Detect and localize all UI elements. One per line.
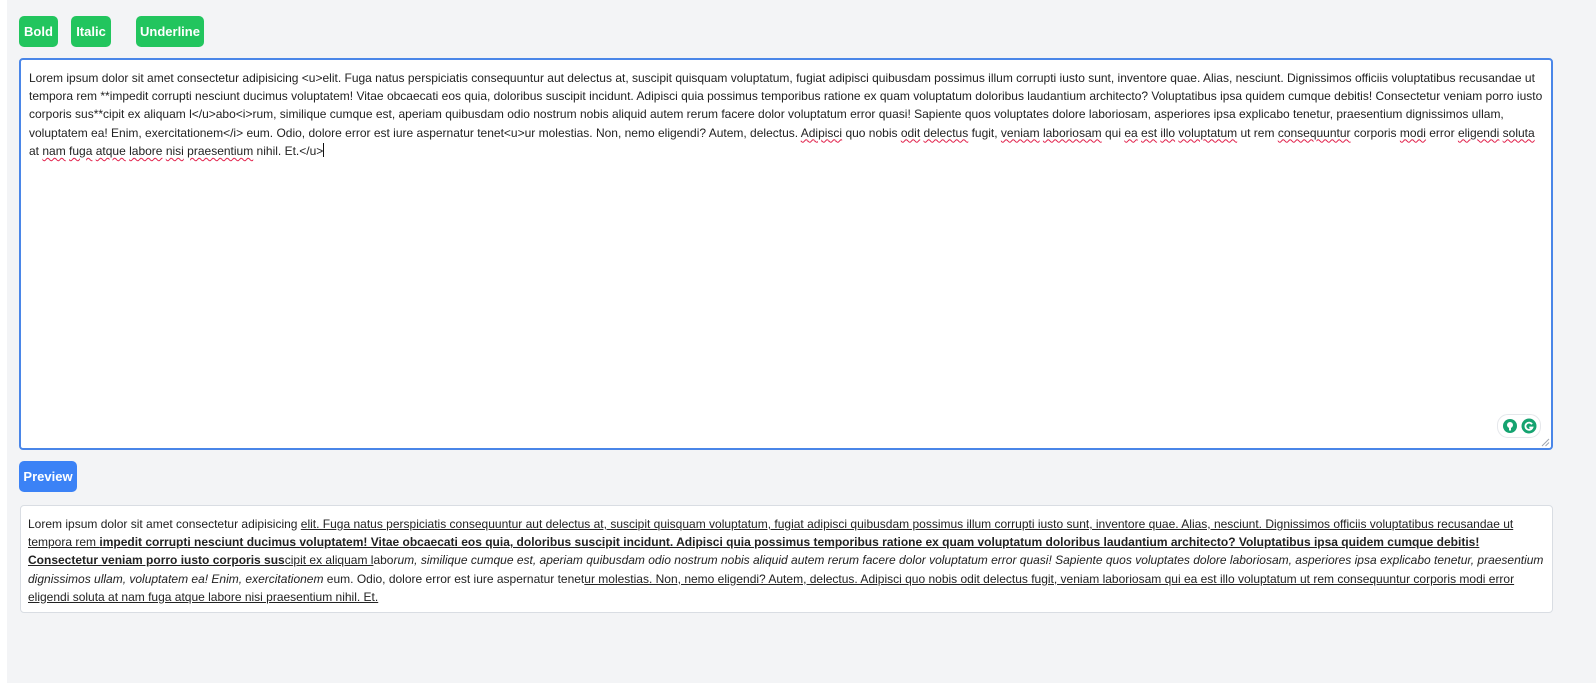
underline-button[interactable]: Underline (136, 16, 204, 47)
misspelled-word: atque (95, 143, 126, 158)
misspelled-word: illo (1160, 125, 1176, 140)
misspelled-word: delectus (923, 125, 969, 140)
misspelled-word: consequuntur (1277, 125, 1351, 140)
misspelled-word: eligendi (1457, 125, 1500, 140)
grammarly-g-icon[interactable] (1521, 418, 1537, 434)
misspelled-word: est (1141, 125, 1158, 140)
preview-content: Lorem ipsum dolor sit amet consectetur a… (28, 517, 1543, 604)
preview-text-run: cipit ex aliquam l (284, 553, 374, 568)
preview-text-run: eum. Odio, dolore error est iure asperna… (323, 571, 585, 586)
preview-button[interactable]: Preview (19, 461, 77, 492)
misspelled-word: praesentium (187, 143, 254, 158)
italic-button[interactable]: Italic (71, 16, 111, 47)
clipped-top-text (7, 0, 1596, 4)
markup-textarea[interactable]: Lorem ipsum dolor sit amet consectetur a… (19, 58, 1553, 450)
preview-output: Lorem ipsum dolor sit amet consectetur a… (20, 505, 1553, 613)
misspelled-word: ea (1124, 125, 1138, 140)
editor-text-run: quo nobis (842, 125, 901, 140)
grammarly-widget[interactable] (1497, 414, 1541, 438)
preview-button-wrapper: Preview (19, 461, 77, 492)
misspelled-word: soluta (1502, 125, 1535, 140)
editor-text-run: nihil. Et.</u> (253, 143, 324, 158)
bulb-icon[interactable] (1502, 418, 1518, 434)
resize-grip-icon[interactable] (1541, 438, 1550, 447)
misspelled-word: odit (900, 125, 921, 140)
misspelled-word: modi (1399, 125, 1426, 140)
editor-text-run: ut rem (1237, 125, 1278, 140)
preview-text-run: abo (373, 553, 394, 568)
editor-text-run: fugit, (968, 125, 1001, 140)
editor-text-run: qui (1101, 125, 1125, 140)
misspelled-word: labore (129, 143, 163, 158)
text-cursor (323, 142, 325, 157)
editor-text-run: error (1425, 125, 1458, 140)
misspelled-word: voluptatum (1178, 125, 1238, 140)
misspelled-word: Adipisci (800, 125, 843, 140)
misspelled-word: fuga (69, 143, 93, 158)
page-container: Bold Italic Underline Lorem ipsum dolor … (7, 0, 1596, 683)
misspelled-word: veniam (1000, 125, 1040, 140)
misspelled-word: nam (42, 143, 66, 158)
textarea-content: Lorem ipsum dolor sit amet consectetur a… (29, 71, 1542, 158)
editor-text-run: corporis (1350, 125, 1400, 140)
editor-text-run: at (29, 143, 43, 158)
misspelled-word: laboriosam (1042, 125, 1102, 140)
misspelled-word: nisi (165, 143, 184, 158)
bold-button[interactable]: Bold (19, 16, 58, 47)
preview-text-run: Lorem ipsum dolor sit amet consectetur a… (28, 517, 301, 531)
